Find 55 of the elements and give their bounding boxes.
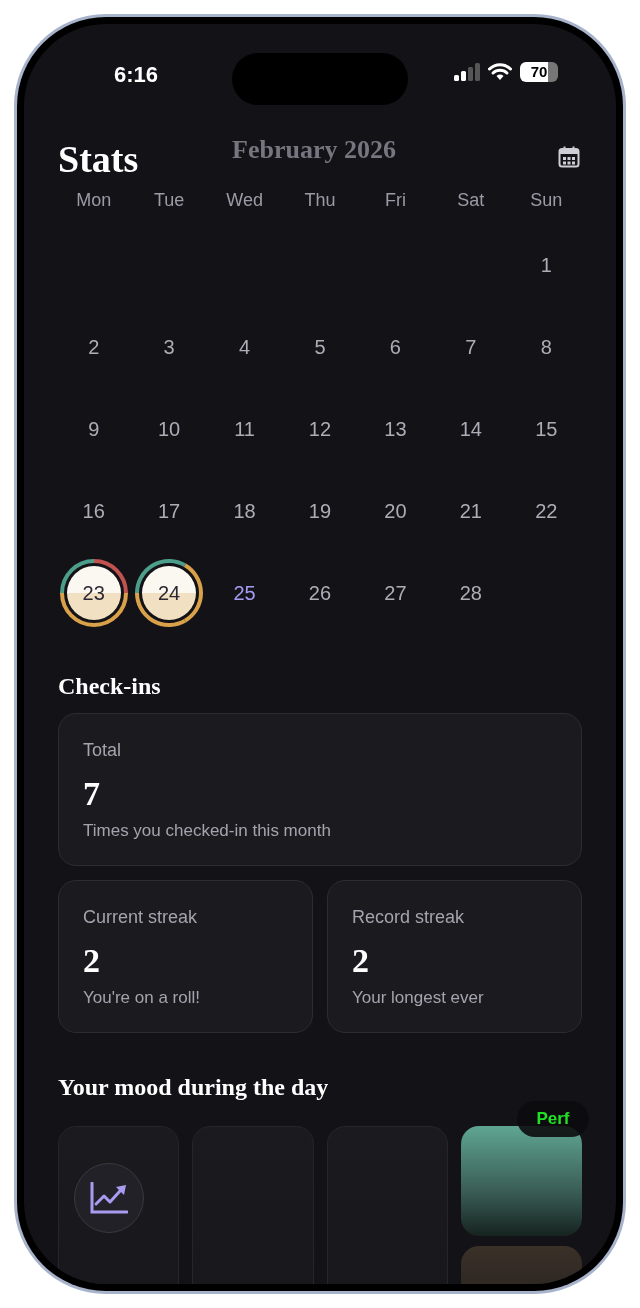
day-number[interactable]: 7 — [465, 332, 477, 362]
weekday-label: Thu — [304, 190, 336, 210]
mood-day[interactable]: 24 — [142, 566, 197, 620]
month-title: February 2026 — [232, 134, 396, 166]
day-number[interactable]: 22 — [535, 496, 558, 526]
mood-day[interactable]: 23 — [66, 566, 121, 620]
status-time: 6:16 — [114, 62, 159, 88]
section-heading: Check-ins — [58, 672, 162, 701]
day-number[interactable]: 19 — [308, 496, 332, 526]
page-title: Stats — [58, 137, 139, 181]
stat-caption: Times you checked-in this month — [83, 820, 332, 842]
battery-indicator: 70 — [520, 62, 558, 82]
day-number[interactable]: 16 — [82, 496, 105, 526]
day-number[interactable]: 17 — [158, 496, 181, 526]
weekday-label: Sat — [457, 190, 485, 210]
calendar-icon[interactable] — [558, 146, 580, 168]
stat-label: Current streak — [83, 906, 199, 929]
day-number[interactable]: 9 — [88, 414, 100, 444]
day-number[interactable]: 3 — [163, 332, 175, 362]
stat-caption: You're on a roll! — [83, 987, 201, 1009]
wifi-icon — [488, 63, 512, 81]
day-number[interactable]: 2 — [88, 332, 100, 362]
stat-label: Record streak — [352, 906, 466, 929]
day-number[interactable]: 21 — [459, 496, 482, 526]
day-number[interactable]: 13 — [384, 414, 407, 444]
signal-icon — [454, 63, 482, 81]
weekday-label: Sun — [530, 190, 563, 210]
day-number[interactable]: 4 — [239, 332, 251, 362]
stat-value: 2 — [352, 941, 370, 981]
stat-label: Total — [83, 739, 123, 762]
day-number[interactable]: 20 — [384, 496, 407, 526]
day-number[interactable]: 25 — [233, 578, 256, 608]
day-number[interactable]: 14 — [459, 414, 482, 444]
day-number[interactable]: 11 — [234, 414, 255, 444]
day-number[interactable]: 12 — [308, 414, 332, 444]
day-number[interactable]: 8 — [540, 332, 552, 362]
day-number[interactable]: 1 — [540, 250, 552, 280]
stat-value: 2 — [83, 941, 101, 981]
day-number[interactable]: 27 — [384, 578, 407, 608]
day-number[interactable]: 6 — [389, 332, 401, 362]
perf-badge: Perf — [517, 1101, 589, 1137]
weekday-label: Mon — [76, 190, 112, 210]
stat-caption: Your longest ever — [352, 987, 485, 1009]
day-number[interactable]: 10 — [158, 414, 181, 444]
day-number[interactable]: 26 — [308, 578, 332, 608]
weekday-label: Tue — [153, 190, 185, 210]
day-number[interactable]: 28 — [459, 578, 482, 608]
section-heading: Your mood during the day — [58, 1073, 330, 1102]
trend-chart-icon — [90, 1182, 128, 1214]
weekday-label: Fri — [384, 190, 406, 210]
day-number[interactable]: 18 — [233, 496, 256, 526]
day-number[interactable]: 5 — [314, 332, 326, 362]
stat-value: 7 — [83, 774, 101, 814]
weekday-label: Wed — [226, 190, 263, 210]
day-number[interactable]: 15 — [535, 414, 558, 444]
